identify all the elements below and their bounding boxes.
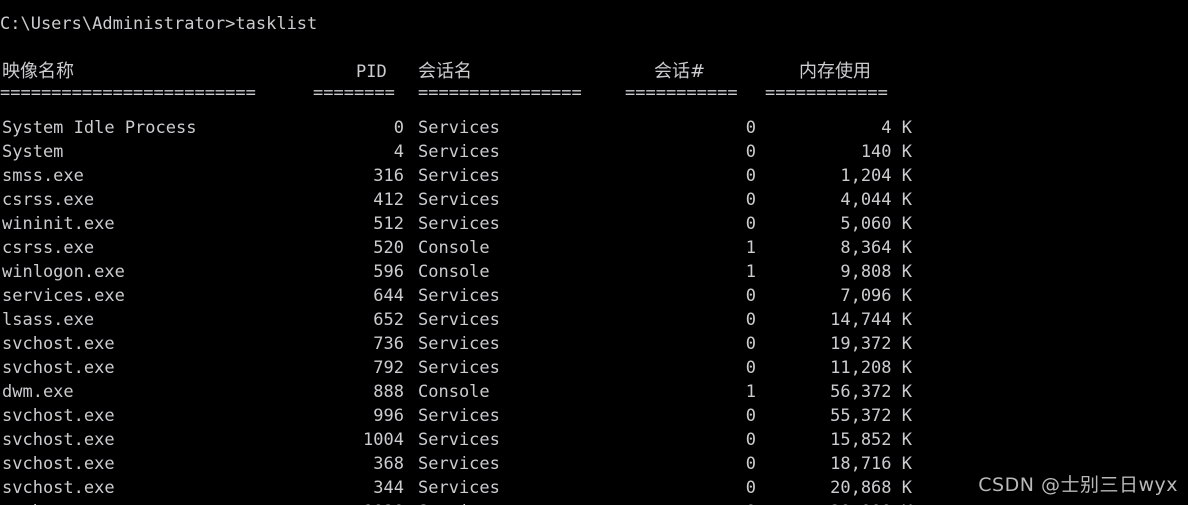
cell-session-name: Services [418, 406, 500, 426]
cell-session-name: Services [418, 214, 500, 234]
cell-session-name: Services [418, 310, 500, 330]
cell-session-id: 0 [745, 430, 756, 450]
cell-mem-usage: 56,372 K [830, 382, 912, 402]
cell-image-name: System [2, 142, 64, 162]
cell-pid: 412 [373, 190, 404, 210]
cell-session-id: 1 [745, 382, 756, 402]
cell-mem-usage: 4,044 K [840, 190, 912, 210]
cell-pid: 316 [373, 166, 404, 186]
cell-session-name: Services [418, 190, 500, 210]
cell-image-name: svchost.exe [2, 406, 115, 426]
cell-mem-usage: 20,868 K [830, 478, 912, 498]
cell-session-id: 0 [745, 358, 756, 378]
column-header-session-id: 会话# [654, 61, 706, 82]
cell-pid: 520 [373, 238, 404, 258]
cell-image-name: svchost.exe [2, 358, 115, 378]
cell-image-name: svchost.exe [2, 334, 115, 354]
cell-pid: 0 [393, 118, 404, 138]
cell-session-name: Services [418, 286, 500, 306]
cell-pid: 644 [373, 286, 404, 306]
cell-pid: 368 [373, 454, 404, 474]
cell-image-name: csrss.exe [2, 190, 95, 210]
cell-session-name: Console [418, 238, 490, 258]
cell-pid: 596 [373, 262, 404, 282]
column-header-pid: PID [356, 62, 387, 82]
cell-mem-usage: 9,808 K [840, 262, 912, 282]
cell-mem-usage: 20,000 K [770, 500, 912, 505]
cell-mem-usage: 140 K [860, 142, 912, 162]
cell-session-name: Services [418, 500, 500, 505]
cell-session-name: Console [418, 382, 490, 402]
cell-session-name: Services [418, 142, 500, 162]
cell-image-name: svchost.exe [2, 478, 115, 498]
cell-image-name: dwm.exe [2, 382, 74, 402]
cell-mem-usage: 15,852 K [830, 430, 912, 450]
cell-session-id: 0 [745, 286, 756, 306]
cell-session-name: Console [418, 262, 490, 282]
cell-image-name: svchost.exe [2, 500, 115, 505]
cell-pid: 4 [393, 142, 404, 162]
cell-mem-usage: 7,096 K [840, 286, 912, 306]
cell-session-name: Services [418, 478, 500, 498]
cell-session-id: 0 [745, 214, 756, 234]
cell-session-id: 0 [745, 334, 756, 354]
cell-mem-usage: 8,364 K [840, 238, 912, 258]
cell-image-name: svchost.exe [2, 454, 115, 474]
cell-mem-usage: 18,716 K [830, 454, 912, 474]
csdn-watermark: CSDN @士别三日wyx [978, 474, 1178, 496]
separator-mem-usage: ============ [765, 83, 888, 103]
cell-session-name: Services [418, 430, 500, 450]
cell-session-id: 0 [745, 118, 756, 138]
cell-session-id: 0 [640, 500, 756, 505]
cell-session-id: 0 [745, 166, 756, 186]
console-window[interactable]: C:\Users\Administrator>tasklist 映像名称 PID… [0, 0, 1188, 505]
cell-mem-usage: 11,208 K [830, 358, 912, 378]
cell-image-name: System Idle Process [2, 118, 197, 138]
cell-image-name: csrss.exe [2, 238, 95, 258]
separator-session-id: =========== [625, 83, 738, 103]
cell-pid: 652 [373, 310, 404, 330]
separator-image-name: ========================= [0, 83, 256, 103]
column-header-image-name: 映像名称 [2, 61, 74, 82]
separator-session-name: ================ [418, 83, 582, 103]
cell-pid: 1004 [363, 430, 404, 450]
cell-session-id: 0 [745, 190, 756, 210]
cell-pid: 736 [373, 334, 404, 354]
cell-session-id: 0 [745, 478, 756, 498]
cell-session-id: 0 [745, 142, 756, 162]
cell-session-id: 1 [745, 262, 756, 282]
command-prompt-line: C:\Users\Administrator>tasklist [0, 14, 318, 34]
cell-pid: 1020 [300, 500, 404, 505]
cell-image-name: lsass.exe [2, 310, 95, 330]
cell-mem-usage: 14,744 K [830, 310, 912, 330]
cell-session-id: 0 [745, 454, 756, 474]
cell-image-name: svchost.exe [2, 430, 115, 450]
cell-image-name: wininit.exe [2, 214, 115, 234]
cell-image-name: winlogon.exe [2, 262, 125, 282]
cell-mem-usage: 19,372 K [830, 334, 912, 354]
cell-pid: 888 [373, 382, 404, 402]
cell-mem-usage: 1,204 K [840, 166, 912, 186]
column-header-mem-usage: 内存使用 [799, 61, 871, 82]
cell-pid: 512 [373, 214, 404, 234]
column-header-session-name: 会话名 [418, 61, 472, 82]
cell-pid: 344 [373, 478, 404, 498]
cell-session-id: 1 [745, 238, 756, 258]
cell-session-name: Services [418, 454, 500, 474]
cell-image-name: smss.exe [2, 166, 84, 186]
cell-mem-usage: 4 K [881, 118, 912, 138]
cell-session-name: Services [418, 118, 500, 138]
cell-mem-usage: 55,372 K [830, 406, 912, 426]
cell-pid: 792 [373, 358, 404, 378]
separator-pid: ======== [313, 83, 395, 103]
cell-image-name: services.exe [2, 286, 125, 306]
cell-session-id: 0 [745, 406, 756, 426]
cell-session-name: Services [418, 166, 500, 186]
cell-session-name: Services [418, 334, 500, 354]
cell-pid: 996 [373, 406, 404, 426]
cell-mem-usage: 5,060 K [840, 214, 912, 234]
cell-session-name: Services [418, 358, 500, 378]
cell-session-id: 0 [745, 310, 756, 330]
